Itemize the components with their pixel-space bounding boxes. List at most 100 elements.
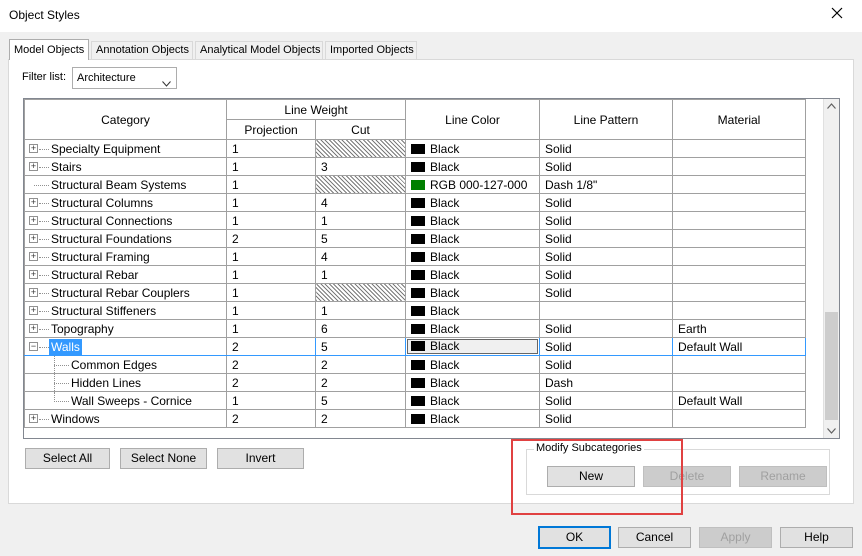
category-cell[interactable]: + Structural Foundations bbox=[24, 229, 227, 248]
cut-cell[interactable]: 2 bbox=[315, 373, 406, 392]
line-color-cell[interactable]: Black bbox=[405, 373, 540, 392]
line-color-cell[interactable]: Black bbox=[405, 301, 540, 320]
category-cell[interactable]: + Topography bbox=[24, 319, 227, 338]
select-none-button[interactable]: Select None bbox=[120, 448, 207, 469]
projection-cell[interactable]: 1 bbox=[226, 247, 316, 266]
category-cell[interactable]: Common Edges bbox=[24, 355, 227, 374]
line-color-cell[interactable]: Black bbox=[405, 265, 540, 284]
cut-cell[interactable]: 5 bbox=[315, 391, 406, 410]
category-cell[interactable]: + Structural Framing bbox=[24, 247, 227, 266]
cut-cell[interactable]: 3 bbox=[315, 157, 406, 176]
cut-cell[interactable]: 2 bbox=[315, 409, 406, 428]
table-row[interactable]: + Specialty Equipment 1 Black Solid bbox=[24, 139, 806, 158]
line-pattern-cell[interactable]: Solid bbox=[539, 193, 673, 212]
tab-model-objects[interactable]: Model Objects bbox=[9, 39, 89, 60]
table-row[interactable]: + Structural Framing 1 4 Black Solid bbox=[24, 247, 806, 266]
line-pattern-cell[interactable]: Dash 1/8" bbox=[539, 175, 673, 194]
table-row[interactable]: + Topography 1 6 Black Solid Earth bbox=[24, 319, 806, 338]
cut-cell[interactable]: 5 bbox=[315, 337, 406, 356]
table-row[interactable]: + Structural Foundations 2 5 Black Solid bbox=[24, 229, 806, 248]
line-color-cell[interactable]: Black bbox=[405, 157, 540, 176]
help-button[interactable]: Help bbox=[780, 527, 853, 548]
projection-cell[interactable]: 1 bbox=[226, 193, 316, 212]
scroll-down-icon[interactable] bbox=[827, 427, 836, 436]
material-cell[interactable] bbox=[672, 157, 806, 176]
material-cell[interactable]: Earth bbox=[672, 319, 806, 338]
projection-cell[interactable]: 1 bbox=[226, 157, 316, 176]
line-pattern-cell[interactable]: Solid bbox=[539, 247, 673, 266]
select-all-button[interactable]: Select All bbox=[25, 448, 110, 469]
expand-icon[interactable]: + bbox=[29, 288, 38, 297]
projection-cell[interactable]: 1 bbox=[226, 391, 316, 410]
vertical-scrollbar[interactable] bbox=[823, 99, 839, 438]
line-pattern-cell[interactable]: Solid bbox=[539, 265, 673, 284]
filter-list-dropdown[interactable]: Architecture bbox=[72, 67, 177, 89]
expand-icon[interactable]: + bbox=[29, 324, 38, 333]
tab-annotation-objects[interactable]: Annotation Objects bbox=[91, 41, 193, 59]
category-cell[interactable]: Wall Sweeps - Cornice bbox=[24, 391, 227, 410]
cancel-button[interactable]: Cancel bbox=[618, 527, 691, 548]
projection-cell[interactable]: 2 bbox=[226, 337, 316, 356]
material-cell[interactable] bbox=[672, 247, 806, 266]
expand-icon[interactable]: + bbox=[29, 270, 38, 279]
material-cell[interactable] bbox=[672, 301, 806, 320]
material-cell[interactable] bbox=[672, 409, 806, 428]
expand-icon[interactable]: + bbox=[29, 234, 38, 243]
table-row[interactable]: Common Edges 2 2 Black Solid bbox=[24, 355, 806, 374]
table-row[interactable]: + Structural Stiffeners 1 1 Black bbox=[24, 301, 806, 320]
expand-icon[interactable]: + bbox=[29, 198, 38, 207]
category-cell[interactable]: + Structural Stiffeners bbox=[24, 301, 227, 320]
line-color-cell[interactable]: Black bbox=[405, 337, 540, 356]
table-row[interactable]: Hidden Lines 2 2 Black Dash bbox=[24, 373, 806, 392]
material-cell[interactable] bbox=[672, 193, 806, 212]
projection-cell[interactable]: 1 bbox=[226, 175, 316, 194]
tab-imported-objects[interactable]: Imported Objects bbox=[325, 41, 417, 59]
line-pattern-cell[interactable]: Solid bbox=[539, 409, 673, 428]
projection-cell[interactable]: 1 bbox=[226, 283, 316, 302]
category-cell[interactable]: + Structural Rebar Couplers bbox=[24, 283, 227, 302]
category-cell[interactable]: + Specialty Equipment bbox=[24, 139, 227, 158]
scroll-thumb[interactable] bbox=[825, 312, 838, 420]
category-header[interactable]: Category bbox=[24, 99, 227, 140]
projection-cell[interactable]: 2 bbox=[226, 373, 316, 392]
table-row[interactable]: Wall Sweeps - Cornice 1 5 Black Solid De… bbox=[24, 391, 806, 410]
cut-cell[interactable]: 2 bbox=[315, 355, 406, 374]
line-color-cell[interactable]: Black bbox=[405, 211, 540, 230]
cut-cell[interactable]: 6 bbox=[315, 319, 406, 338]
category-cell[interactable]: − Walls bbox=[24, 337, 227, 356]
line-color-cell[interactable]: Black bbox=[405, 247, 540, 266]
line-color-cell[interactable]: Black bbox=[405, 139, 540, 158]
cut-cell[interactable]: 1 bbox=[315, 211, 406, 230]
projection-cell[interactable]: 1 bbox=[226, 319, 316, 338]
projection-cell[interactable]: 2 bbox=[226, 229, 316, 248]
projection-cell[interactable]: 1 bbox=[226, 211, 316, 230]
line-color-cell[interactable]: Black bbox=[405, 193, 540, 212]
line-pattern-cell[interactable]: Solid bbox=[539, 157, 673, 176]
close-icon[interactable] bbox=[830, 6, 844, 20]
line-pattern-cell[interactable]: Solid bbox=[539, 229, 673, 248]
projection-cell[interactable]: 1 bbox=[226, 139, 316, 158]
scroll-up-icon[interactable] bbox=[827, 102, 836, 111]
table-row-selected[interactable]: − Walls 2 5 Black Solid Default Wall bbox=[24, 337, 806, 356]
line-color-cell[interactable]: Black bbox=[405, 319, 540, 338]
table-row[interactable]: + Structural Rebar Couplers 1 Black Soli… bbox=[24, 283, 806, 302]
table-row[interactable]: Structural Beam Systems 1 RGB 000-127-00… bbox=[24, 175, 806, 194]
line-color-cell[interactable]: Black bbox=[405, 283, 540, 302]
category-cell[interactable]: + Structural Rebar bbox=[24, 265, 227, 284]
cut-cell[interactable]: 5 bbox=[315, 229, 406, 248]
line-pattern-cell[interactable]: Solid bbox=[539, 355, 673, 374]
table-row[interactable]: + Windows 2 2 Black Solid bbox=[24, 409, 806, 428]
cut-cell[interactable]: 1 bbox=[315, 301, 406, 320]
line-pattern-cell[interactable]: Solid bbox=[539, 319, 673, 338]
material-cell[interactable] bbox=[672, 265, 806, 284]
tab-analytical-model-objects[interactable]: Analytical Model Objects bbox=[195, 41, 323, 59]
category-cell[interactable]: Hidden Lines bbox=[24, 373, 227, 392]
category-cell[interactable]: + Structural Connections bbox=[24, 211, 227, 230]
line-pattern-cell[interactable]: Solid bbox=[539, 391, 673, 410]
line-pattern-cell[interactable]: Solid bbox=[539, 283, 673, 302]
rename-subcategory-button[interactable]: Rename bbox=[739, 466, 827, 487]
material-cell[interactable] bbox=[672, 211, 806, 230]
category-cell[interactable]: + Stairs bbox=[24, 157, 227, 176]
table-row[interactable]: + Structural Columns 1 4 Black Solid bbox=[24, 193, 806, 212]
expand-icon[interactable]: + bbox=[29, 162, 38, 171]
